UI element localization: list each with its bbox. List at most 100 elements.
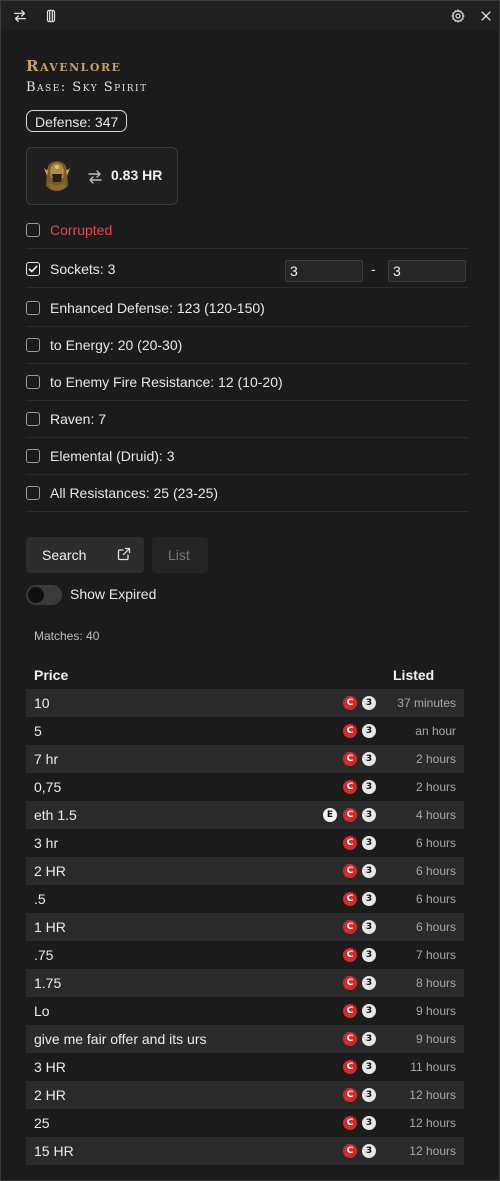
table-row[interactable]: 25 C 3 12 hours xyxy=(26,1109,464,1137)
table-row[interactable]: eth 1.5 E C 3 4 hours xyxy=(26,801,464,829)
row-listed-time: an hour xyxy=(415,724,456,738)
filter-all-resistances: All Resistances: 25 (23-25) xyxy=(26,476,468,512)
sockets-badge-icon: 3 xyxy=(362,1060,376,1074)
table-row[interactable]: 7 hr C 3 2 hours xyxy=(26,745,464,773)
table-row[interactable]: Lo C 3 9 hours xyxy=(26,997,464,1025)
table-row[interactable]: 3 HR C 3 11 hours xyxy=(26,1053,464,1081)
row-listed-time: 8 hours xyxy=(415,976,456,990)
corrupted-checkbox[interactable] xyxy=(26,223,40,237)
helm-icon xyxy=(44,161,70,191)
sockets-badge-icon: 3 xyxy=(362,1088,376,1102)
sockets-badge-icon: 3 xyxy=(362,1144,376,1158)
table-row[interactable]: give me fair offer and its urs C 3 9 hours xyxy=(26,1025,464,1053)
sockets-badge-icon: 3 xyxy=(362,1116,376,1130)
table-row[interactable]: 2 HR C 3 12 hours xyxy=(26,1081,464,1109)
sockets-badge-icon: 3 xyxy=(362,864,376,878)
row-listed-time: 11 hours xyxy=(410,1060,456,1074)
row-listed-time: 2 hours xyxy=(415,780,456,794)
sockets-badge-icon: 3 xyxy=(362,1004,376,1018)
sockets-min-input[interactable] xyxy=(285,260,363,282)
row-price: 3 hr xyxy=(34,835,59,851)
search-button[interactable]: Search xyxy=(26,537,144,573)
corrupted-badge-icon: C xyxy=(343,864,357,878)
matches-count: Matches: 40 xyxy=(34,629,100,643)
row-price: 25 xyxy=(34,1115,50,1131)
table-row[interactable]: 5 C 3 an hour xyxy=(26,717,464,745)
sockets-checkbox[interactable] xyxy=(26,262,40,276)
sockets-badge-icon: 3 xyxy=(362,892,376,906)
results-table: Price Listed 10 C 3 37 minutes 5 C 3 an hour 7 h… xyxy=(26,661,464,1165)
table-row[interactable]: .75 C 3 7 hours xyxy=(26,941,464,969)
corrupted-badge-icon: C xyxy=(343,976,357,990)
show-expired-label: Show Expired xyxy=(70,586,157,602)
row-price: Lo xyxy=(34,1003,50,1019)
row-price: .5 xyxy=(34,891,46,907)
swap-icon[interactable] xyxy=(9,5,31,27)
item-base: Base: Sky Spirit xyxy=(26,80,148,95)
row-price: 3 HR xyxy=(34,1059,66,1075)
row-price: 1 HR xyxy=(34,919,66,935)
corrupted-badge-icon: C xyxy=(343,1032,357,1046)
sockets-badge-icon: 3 xyxy=(362,836,376,850)
row-price: eth 1.5 xyxy=(34,807,77,823)
defense-badge: Defense: 347 xyxy=(26,110,128,132)
filter-label: Elemental (Druid): 3 xyxy=(50,448,175,464)
corrupted-badge-icon: C xyxy=(343,808,357,822)
table-row[interactable]: 3 hr C 3 6 hours xyxy=(26,829,464,857)
checkmark-icon xyxy=(28,265,38,273)
filter-enhanced-defense: Enhanced Defense: 123 (120-150) xyxy=(26,291,468,327)
row-listed-time: 6 hours xyxy=(415,864,456,878)
row-listed-time: 7 hours xyxy=(415,948,456,962)
raven-checkbox[interactable] xyxy=(26,412,40,426)
fire-resistance-checkbox[interactable] xyxy=(26,375,40,389)
enhanced-defense-checkbox[interactable] xyxy=(26,301,40,315)
filter-corrupted: Corrupted xyxy=(26,213,468,249)
sockets-max-input[interactable] xyxy=(388,260,466,282)
sockets-badge-icon: 3 xyxy=(362,1032,376,1046)
price-column-header[interactable]: Price xyxy=(34,667,68,683)
row-price: 2 HR xyxy=(34,863,66,879)
corrupted-badge-icon: C xyxy=(343,696,357,710)
list-button[interactable]: List xyxy=(152,537,208,573)
corrupted-badge-icon: C xyxy=(343,1116,357,1130)
corrupted-badge-icon: C xyxy=(343,1060,357,1074)
sockets-badge-icon: 3 xyxy=(362,696,376,710)
sockets-badge-icon: 3 xyxy=(362,976,376,990)
filter-label: Raven: 7 xyxy=(50,411,107,427)
row-price: 1.75 xyxy=(34,975,62,991)
corrupted-badge-icon: C xyxy=(343,892,357,906)
pin-icon[interactable] xyxy=(40,5,62,27)
elemental-checkbox[interactable] xyxy=(26,449,40,463)
row-listed-time: 4 hours xyxy=(415,808,456,822)
sockets-badge-icon: 3 xyxy=(362,920,376,934)
table-row[interactable]: .5 C 3 6 hours xyxy=(26,885,464,913)
sockets-badge-icon: 3 xyxy=(362,808,376,822)
sockets-badge-icon: 3 xyxy=(362,724,376,738)
energy-checkbox[interactable] xyxy=(26,338,40,352)
filter-label: Enhanced Defense: 123 (120-150) xyxy=(50,300,265,316)
table-row[interactable]: 0,75 C 3 2 hours xyxy=(26,773,464,801)
filter-fire-resistance: to Enemy Fire Resistance: 12 (10-20) xyxy=(26,365,468,401)
row-listed-time: 12 hours xyxy=(409,1088,456,1102)
corrupted-badge-icon: C xyxy=(343,948,357,962)
range-separator: - xyxy=(371,261,376,277)
row-listed-time: 9 hours xyxy=(415,1004,456,1018)
row-listed-time: 6 hours xyxy=(415,920,456,934)
all-resistances-checkbox[interactable] xyxy=(26,486,40,500)
show-expired-toggle[interactable] xyxy=(26,585,62,605)
gear-icon[interactable] xyxy=(447,5,469,27)
listed-column-header[interactable]: Listed xyxy=(393,667,434,683)
table-row[interactable]: 1.75 C 3 8 hours xyxy=(26,969,464,997)
table-row[interactable]: 10 C 3 37 minutes xyxy=(26,689,464,717)
filter-label: Sockets: 3 xyxy=(50,261,116,277)
item-name: Ravenlore xyxy=(26,57,122,75)
corrupted-badge-icon: C xyxy=(343,724,357,738)
table-row[interactable]: 1 HR C 3 6 hours xyxy=(26,913,464,941)
row-price: 5 xyxy=(34,723,42,739)
corrupted-badge-icon: C xyxy=(343,920,357,934)
table-row[interactable]: 2 HR C 3 6 hours xyxy=(26,857,464,885)
close-icon[interactable] xyxy=(475,5,497,27)
row-price: 15 HR xyxy=(34,1143,74,1159)
row-price: 7 hr xyxy=(34,751,59,767)
table-row[interactable]: 15 HR C 3 12 hours xyxy=(26,1137,464,1165)
